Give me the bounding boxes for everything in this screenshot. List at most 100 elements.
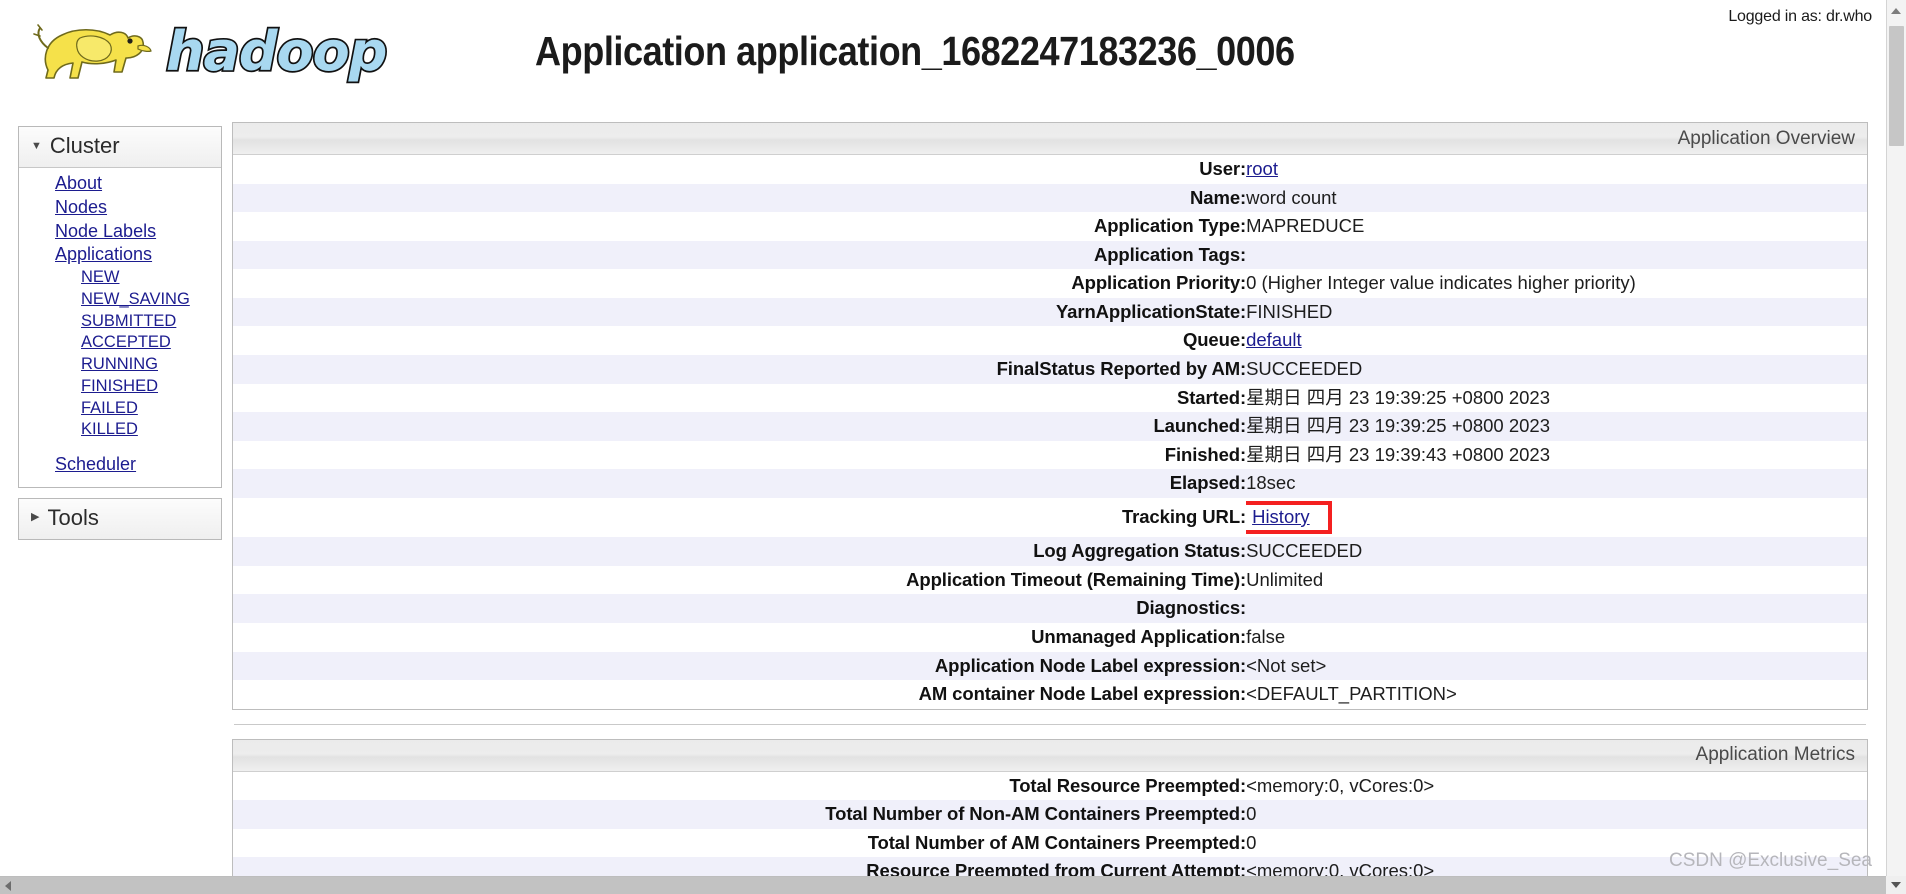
sidebar-link-accepted[interactable]: ACCEPTED (81, 333, 171, 351)
sidebar-item-running[interactable]: RUNNING (19, 354, 221, 376)
page-body: ▼ Cluster About Nodes Node Labels Applic… (0, 110, 1886, 894)
table-row: FinalStatus Reported by AM: SUCCEEDED (233, 354, 1867, 384)
table-row-tracking-url: Tracking URL: History (233, 498, 1867, 538)
row-label: Application Tags: (233, 240, 1247, 270)
application-overview-panel: Application Overview User: root Name: wo… (232, 122, 1868, 710)
queue-link[interactable]: default (1246, 329, 1302, 350)
table-row: Total Number of AM Containers Preempted:… (233, 829, 1867, 858)
table-row: Queue: default (233, 326, 1867, 355)
scroll-left-arrow-icon[interactable] (5, 881, 11, 891)
sidebar-item-failed[interactable]: FAILED (19, 398, 221, 420)
row-label: Application Timeout (Remaining Time): (906, 568, 1247, 590)
red-annotation-box: History (1246, 500, 1332, 535)
table-row: Log Aggregation Status: SUCCEEDED (233, 537, 1867, 566)
triangle-down-icon: ▼ (31, 139, 42, 152)
row-label: Name: (233, 183, 1247, 213)
row-value: 星期日 四月 23 19:39:25 +0800 2023 (1246, 412, 1867, 441)
cluster-nav-header[interactable]: ▼ Cluster (19, 127, 221, 168)
row-value: Unlimited (1246, 568, 1324, 590)
sidebar-item-submitted[interactable]: SUBMITTED (19, 311, 221, 333)
row-label: Elapsed: (233, 469, 1247, 498)
row-label: Log Aggregation Status: (233, 537, 1247, 566)
sidebar-link-new[interactable]: NEW (81, 268, 120, 286)
svg-text:hadoop: hadoop (166, 20, 386, 83)
application-metrics-header: Application Metrics (233, 739, 1867, 772)
table-row: Total Number of Non-AM Containers Preemp… (233, 800, 1867, 829)
table-row: Total Resource Preempted: <memory:0, vCo… (233, 772, 1867, 801)
row-label: Application Priority: (1071, 272, 1247, 294)
tracking-url-history-link[interactable]: History (1252, 506, 1310, 527)
table-row: Application Type: MAPREDUCE (233, 212, 1867, 241)
scroll-corner-arrow-icon (1891, 882, 1901, 888)
table-row: YarnApplicationState: FINISHED (233, 297, 1867, 327)
sidebar-item-node-labels[interactable]: Node Labels (19, 220, 221, 244)
row-value: false (1246, 626, 1286, 647)
table-row: Application Priority: 0 (Higher Integer … (233, 269, 1867, 298)
tools-nav-block: ▶ Tools (18, 497, 222, 540)
sidebar-item-new-saving[interactable]: NEW_SAVING (19, 289, 221, 311)
row-label: Unmanaged Application: (1031, 626, 1247, 647)
sidebar-link-running[interactable]: RUNNING (81, 355, 158, 373)
csdn-watermark: CSDN @Exclusive_Sea (1668, 850, 1872, 871)
user-link[interactable]: root (1246, 158, 1278, 179)
table-row: Application Tags: (233, 240, 1867, 270)
row-value (1246, 240, 1867, 270)
sidebar-link-new-saving[interactable]: NEW_SAVING (81, 290, 190, 308)
hadoop-logo-icon: hadoop (33, 18, 389, 85)
sidebar-item-finished[interactable]: FINISHED (19, 376, 221, 398)
row-label: Tracking URL: (1121, 506, 1247, 528)
sidebar-link-finished[interactable]: FINISHED (81, 377, 158, 395)
page-header: Logged in as: dr.who hadoop Application … (0, 0, 1886, 110)
table-row: Name: word count (233, 183, 1867, 213)
row-value: MAPREDUCE (1246, 215, 1365, 237)
sidebar-link-applications[interactable]: Applications (55, 244, 152, 264)
sidebar-item-nodes[interactable]: Nodes (19, 196, 221, 220)
table-row: Diagnostics: (233, 594, 1867, 623)
sidebar-link-about[interactable]: About (55, 173, 102, 193)
sidebar-link-node-labels[interactable]: Node Labels (55, 221, 156, 241)
row-label: FinalStatus Reported by AM: (233, 354, 1247, 384)
application-overview-title: Application Overview (1677, 127, 1855, 149)
page-title: Application application_1682247183236_00… (535, 28, 1295, 74)
row-value: FINISHED (1246, 297, 1867, 327)
hadoop-logo[interactable]: hadoop (18, 8, 398, 96)
cluster-nav-block: ▼ Cluster About Nodes Node Labels Applic… (18, 126, 222, 488)
sidebar-link-nodes[interactable]: Nodes (55, 197, 107, 217)
table-row: AM container Node Label expression: <DEF… (233, 680, 1867, 709)
row-value: 18sec (1246, 469, 1867, 498)
sidebar-link-failed[interactable]: FAILED (81, 399, 138, 417)
sidebar-item-killed[interactable]: KILLED (19, 419, 221, 441)
application-metrics-panel: Application Metrics Total Resource Preem… (232, 738, 1868, 894)
table-row: Unmanaged Application: false (233, 623, 1867, 652)
row-label: YarnApplicationState: (233, 297, 1247, 327)
sidebar-link-killed[interactable]: KILLED (81, 420, 138, 438)
sidebar-item-new[interactable]: NEW (19, 267, 221, 289)
scroll-up-arrow-icon[interactable] (1891, 8, 1901, 14)
application-overview-table: User: root Name: word count Application … (233, 155, 1867, 709)
cluster-nav-label: Cluster (49, 133, 120, 158)
row-label: Launched: (233, 412, 1247, 441)
row-label: Application Node Label expression: (233, 651, 1247, 681)
row-value: 星期日 四月 23 19:39:25 +0800 2023 (1246, 386, 1550, 408)
sidebar-item-about[interactable]: About (19, 172, 221, 196)
application-overview-header: Application Overview (233, 123, 1867, 155)
vertical-scrollbar[interactable] (1886, 0, 1906, 894)
vertical-scrollbar-thumb[interactable] (1889, 26, 1904, 146)
row-value: SUCCEEDED (1246, 354, 1867, 384)
row-label: AM container Node Label expression: (918, 683, 1247, 705)
row-label: Total Resource Preempted: (1009, 774, 1247, 796)
sidebar: ▼ Cluster About Nodes Node Labels Applic… (0, 110, 222, 550)
tools-nav-label: Tools (47, 504, 99, 530)
row-label: User: (1199, 158, 1247, 179)
sidebar-item-applications[interactable]: Applications (19, 243, 221, 267)
sidebar-link-scheduler[interactable]: Scheduler (55, 454, 136, 474)
sidebar-item-accepted[interactable]: ACCEPTED (19, 332, 221, 354)
table-row: Finished: 星期日 四月 23 19:39:43 +0800 2023 (233, 441, 1867, 470)
triangle-right-icon: ▶ (31, 511, 40, 524)
sidebar-item-scheduler[interactable]: Scheduler (19, 441, 221, 477)
row-value: 0 (Higher Integer value indicates higher… (1246, 272, 1636, 294)
horizontal-scrollbar[interactable] (0, 876, 1886, 894)
section-divider (234, 723, 1866, 725)
sidebar-link-submitted[interactable]: SUBMITTED (81, 312, 176, 330)
tools-nav-header[interactable]: ▶ Tools (19, 498, 221, 539)
